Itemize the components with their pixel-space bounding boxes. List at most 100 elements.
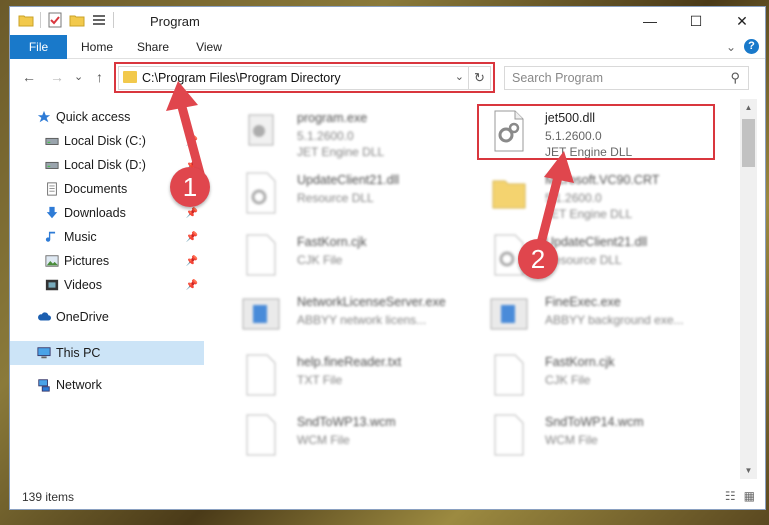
file-name: SndToWP14.wcm — [545, 415, 644, 429]
file-item[interactable]: FastKorn.cjk CJK File — [237, 227, 477, 285]
up-arrow-icon[interactable]: ↑ — [96, 69, 103, 85]
file-name: SndToWP13.wcm — [297, 415, 396, 429]
file-description: WCM File — [545, 433, 598, 447]
sidebar-item-label: Local Disk (D:) — [64, 158, 146, 172]
ribbon-right: ⌄ ? — [726, 39, 759, 54]
download-icon — [46, 206, 58, 219]
application-icon — [248, 114, 274, 146]
file-item[interactable]: program.exe 5.1.2600.0 JET Engine DLL — [237, 103, 477, 161]
sidebar-item-label: Documents — [64, 182, 128, 196]
star-icon — [37, 110, 51, 123]
network-icon — [38, 379, 50, 392]
sidebar-item-label: Quick access — [56, 110, 131, 124]
tab-home[interactable]: Home — [72, 35, 122, 59]
sidebar-item-pictures[interactable]: Pictures 📌 — [10, 249, 204, 273]
navigation-bar: ← → ⌄ ↑ C:\Program Files\Program Directo… — [10, 59, 765, 95]
file-version: 5.1.2600.0 — [297, 129, 354, 143]
videos-icon — [45, 279, 59, 291]
file-icon — [246, 234, 276, 276]
scroll-down-icon[interactable]: ▼ — [740, 462, 757, 479]
file-item[interactable]: UpdateClient21.dll Resource DLL — [237, 165, 477, 223]
window-title: Program — [150, 14, 200, 29]
sidebar-item-videos[interactable]: Videos 📌 — [10, 273, 204, 297]
file-icon — [494, 354, 524, 396]
sidebar-item-network[interactable]: Network — [10, 373, 204, 397]
file-description: ABBYY background exe... — [545, 313, 684, 327]
step-badge-1: 1 — [170, 167, 210, 207]
tab-view[interactable]: View — [184, 35, 234, 59]
details-view-icon[interactable]: ☷ — [725, 489, 736, 503]
file-description: CJK File — [545, 373, 591, 387]
recent-locations-icon[interactable]: ⌄ — [74, 70, 83, 83]
sidebar-item-downloads[interactable]: Downloads 📌 — [10, 201, 204, 225]
pin-icon[interactable]: 📌 — [186, 232, 198, 243]
file-item[interactable]: NetworkLicenseServer.exe ABBYY network l… — [237, 287, 477, 345]
file-name: help.fineReader.txt — [297, 355, 402, 369]
file-item[interactable]: FineExec.exe ABBYY background exe... — [485, 287, 725, 345]
qat-separator — [113, 12, 114, 28]
sidebar-item-label: Downloads — [64, 206, 126, 220]
back-arrow-icon[interactable]: ← — [22, 69, 36, 85]
sidebar-item-music[interactable]: Music 📌 — [10, 225, 204, 249]
chevron-down-icon[interactable]: ⌄ — [726, 40, 736, 54]
customize-toolbar-icon[interactable] — [91, 12, 107, 28]
explorer-window: Program — ☐ ✕ File Home Share View ⌄ ? ←… — [9, 6, 766, 510]
quick-access-toolbar — [18, 12, 114, 28]
forward-arrow-icon[interactable]: → — [50, 69, 64, 85]
file-item[interactable]: SndToWP13.wcm WCM File — [237, 407, 477, 465]
pin-icon[interactable]: 📌 — [186, 208, 198, 219]
dll-gear-icon — [246, 172, 276, 214]
large-icons-view-icon[interactable]: ▦ — [744, 489, 755, 503]
search-box[interactable]: Search Program ⚲ — [504, 66, 749, 90]
file-name: FastKorn.cjk — [545, 355, 615, 369]
sidebar-item-label: OneDrive — [56, 310, 109, 324]
vertical-scrollbar[interactable]: ▲ ▼ — [740, 99, 757, 479]
pin-icon[interactable]: 📌 — [186, 280, 198, 291]
application-icon — [242, 298, 280, 330]
view-switcher: ☷ ▦ — [725, 489, 755, 503]
close-button[interactable]: ✕ — [719, 7, 765, 35]
file-item[interactable]: help.fineReader.txt TXT File — [237, 347, 477, 405]
file-item[interactable]: SndToWP14.wcm WCM File — [485, 407, 725, 465]
qat-separator — [40, 12, 41, 28]
music-icon — [45, 231, 56, 242]
new-folder-icon[interactable] — [69, 12, 85, 28]
scroll-thumb[interactable] — [742, 119, 755, 167]
pictures-icon — [45, 255, 59, 267]
search-icon[interactable]: ⚲ — [730, 70, 740, 86]
file-name: FastKorn.cjk — [297, 235, 367, 249]
window-controls: — ☐ ✕ — [627, 7, 765, 35]
title-bar: Program — ☐ ✕ — [10, 7, 765, 35]
scroll-up-icon[interactable]: ▲ — [740, 99, 757, 116]
item-count: 139 items — [22, 490, 75, 504]
properties-icon[interactable] — [47, 12, 63, 28]
sidebar-item-label: This PC — [56, 346, 101, 360]
drive-icon — [45, 137, 59, 145]
file-description: TXT File — [297, 373, 343, 387]
sidebar-item-onedrive[interactable]: OneDrive — [10, 305, 204, 329]
help-icon[interactable]: ? — [744, 39, 759, 54]
ribbon: File Home Share View ⌄ ? — [10, 35, 765, 93]
sidebar-item-label: Pictures — [64, 254, 110, 268]
file-description: Resource DLL — [297, 191, 374, 205]
file-item[interactable]: FastKorn.cjk CJK File — [485, 347, 725, 405]
file-icon — [246, 414, 276, 456]
sidebar-item-label: Local Disk (C:) — [64, 134, 146, 148]
file-description: CJK File — [297, 253, 343, 267]
minimize-button[interactable]: — — [627, 7, 673, 35]
maximize-button[interactable]: ☐ — [673, 7, 719, 35]
tab-share[interactable]: Share — [128, 35, 178, 59]
file-name: NetworkLicenseServer.exe — [297, 295, 446, 309]
sidebar-item-label: Music — [64, 230, 97, 244]
sidebar-item-label: Videos — [64, 278, 102, 292]
pin-icon[interactable]: 📌 — [186, 256, 198, 267]
sidebar-item-this-pc[interactable]: This PC — [10, 341, 204, 365]
file-description: WCM File — [297, 433, 350, 447]
file-name: UpdateClient21.dll — [297, 173, 400, 187]
jet500-highlight-box — [477, 104, 715, 160]
cloud-icon — [38, 312, 51, 321]
search-placeholder[interactable]: Search Program — [512, 71, 603, 85]
status-bar: 139 items ☷ ▦ — [10, 485, 765, 509]
documents-icon — [47, 182, 57, 196]
file-description: JET Engine DLL — [297, 145, 385, 159]
